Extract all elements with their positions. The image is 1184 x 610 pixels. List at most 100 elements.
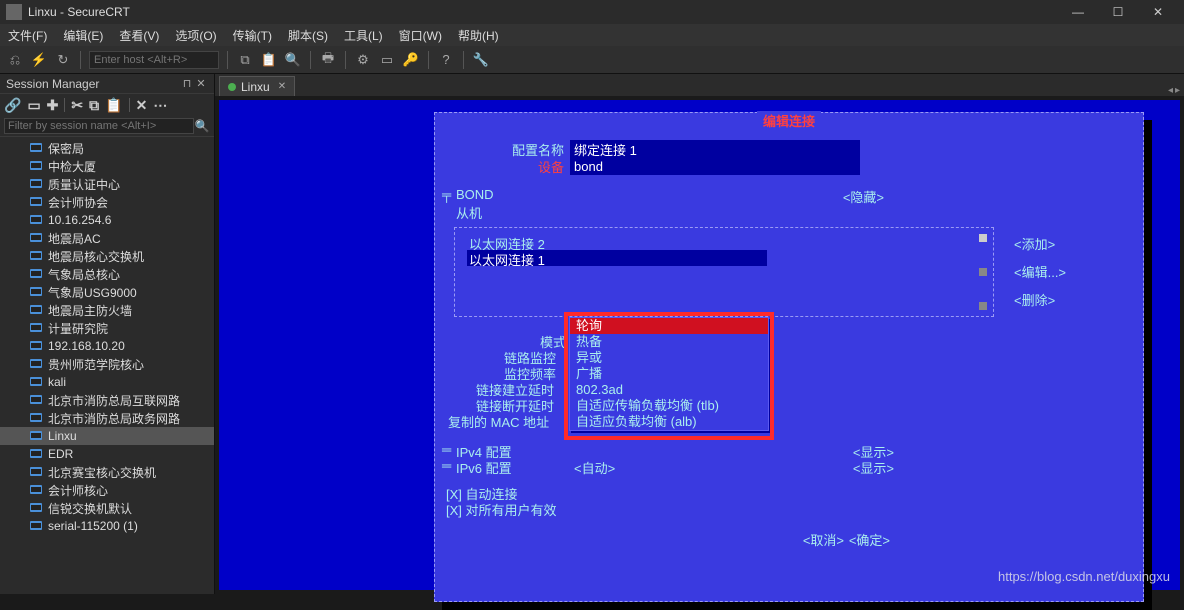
scroll-bot-icon[interactable] <box>979 302 987 310</box>
menu-window[interactable]: 窗口(W) <box>399 27 442 44</box>
key-icon[interactable]: 🔑 <box>402 51 420 69</box>
session-icon <box>30 340 44 352</box>
session-item[interactable]: 保密局 <box>0 139 214 157</box>
mode-opt-1[interactable]: 热备 <box>570 334 768 350</box>
tab-next-icon[interactable]: ▸ <box>1175 85 1180 96</box>
session-item[interactable]: 北京市消防总局政务网路 <box>0 409 214 427</box>
session-item[interactable]: 192.168.10.20 <box>0 337 214 355</box>
add-icon[interactable]: ✚ <box>47 97 59 114</box>
help-icon[interactable]: ? <box>437 51 455 69</box>
delete-button[interactable]: <删除> <box>1014 290 1055 309</box>
show-ipv6-button[interactable]: <显示> <box>853 458 894 477</box>
session-item[interactable]: 会计师核心 <box>0 481 214 499</box>
session-item[interactable]: 10.16.254.6 <box>0 211 214 229</box>
slaves-listbox[interactable]: 以太网连接 2 以太网连接 1 <box>454 227 994 317</box>
session-icon <box>30 250 44 262</box>
minimize-button[interactable]: — <box>1058 0 1098 24</box>
props-icon[interactable]: ⋯ <box>153 97 167 114</box>
session-item[interactable]: Linxu <box>0 427 214 445</box>
session-tree[interactable]: 保密局中检大厦质量认证中心会计师协会 10.16.254.6 地震局AC地震局核心交… <box>0 137 214 594</box>
session-item[interactable]: kali <box>0 373 214 391</box>
tabstrip: Linxu ✕ ◂ ▸ <box>215 74 1184 96</box>
session-item[interactable]: 北京市消防总局互联网路 <box>0 391 214 409</box>
add-button[interactable]: <添加> <box>1014 234 1055 253</box>
tab-close-icon[interactable]: ✕ <box>278 81 286 92</box>
panel-close-icon[interactable]: ✕ <box>194 77 208 90</box>
menu-help[interactable]: 帮助(H) <box>458 27 499 44</box>
quick-connect-icon[interactable]: ⚡ <box>30 51 48 69</box>
cancel-button[interactable]: <取消> <box>803 530 844 549</box>
connect-icon[interactable]: ⎌ <box>6 51 24 69</box>
session-filter-input[interactable] <box>4 118 194 134</box>
session-label: 信锐交换机默认 <box>48 500 132 517</box>
menu-tools[interactable]: 工具(L) <box>344 27 383 44</box>
allusers-checkbox[interactable]: [X] 对所有用户有效 <box>446 500 557 519</box>
hide-button[interactable]: <隐藏> <box>843 187 884 206</box>
session-label: 10.16.254.6 <box>48 213 111 227</box>
session-icon <box>30 286 44 298</box>
menu-view[interactable]: 查看(V) <box>119 27 159 44</box>
paste-icon[interactable]: 📋 <box>260 51 278 69</box>
device-input[interactable]: bond <box>570 159 860 175</box>
session-item[interactable]: EDR <box>0 445 214 463</box>
menu-script[interactable]: 脚本(S) <box>288 27 328 44</box>
host-input[interactable] <box>89 51 219 69</box>
settings-icon[interactable]: ⚙ <box>354 51 372 69</box>
mode-opt-4[interactable]: 802.3ad <box>570 382 768 398</box>
tab-linxu[interactable]: Linxu ✕ <box>219 76 295 96</box>
maximize-button[interactable]: ☐ <box>1098 0 1138 24</box>
mode-opt-5[interactable]: 自适应传输负载均衡 (tlb) <box>570 398 768 414</box>
pin-icon[interactable]: ⊓ <box>180 77 194 90</box>
copy-icon[interactable]: ⧉ <box>236 51 254 69</box>
paste2-icon[interactable]: 📋 <box>105 97 122 114</box>
mode-opt-2[interactable]: 异或 <box>570 350 768 366</box>
session-item[interactable]: 会计师协会 <box>0 193 214 211</box>
session-label: kali <box>48 375 66 389</box>
session-item[interactable]: 地震局AC <box>0 229 214 247</box>
link-icon[interactable]: 🔗 <box>4 97 21 114</box>
reconnect-icon[interactable]: ↻ <box>54 51 72 69</box>
separator <box>428 51 429 69</box>
cut-icon[interactable]: ✂ <box>71 97 83 114</box>
menu-edit[interactable]: 编辑(E) <box>63 27 103 44</box>
slave-item-1[interactable]: 以太网连接 1 <box>467 250 767 266</box>
session-item[interactable]: 中检大厦 <box>0 157 214 175</box>
tools-icon[interactable]: 🔧 <box>472 51 490 69</box>
print-icon[interactable]: 🖶 <box>319 51 337 69</box>
ipv6-value[interactable]: <自动> <box>574 458 615 477</box>
session-item[interactable]: 气象局USG9000 <box>0 283 214 301</box>
mode-opt-0[interactable]: 轮询 <box>570 318 768 334</box>
session-item[interactable]: 地震局核心交换机 <box>0 247 214 265</box>
slave-item-0[interactable]: 以太网连接 2 <box>467 234 767 250</box>
session-item[interactable]: serial-115200 (1) <box>0 517 214 535</box>
folder-icon[interactable]: ▭ <box>27 97 40 114</box>
session-item[interactable]: 气象局总核心 <box>0 265 214 283</box>
scroll-top-icon[interactable] <box>979 234 987 242</box>
session-icon[interactable]: ▭ <box>378 51 396 69</box>
edit-button[interactable]: <编辑...> <box>1014 262 1066 281</box>
session-item[interactable]: 北京赛宝核心交换机 <box>0 463 214 481</box>
scroll-mid-icon[interactable] <box>979 268 987 276</box>
tab-prev-icon[interactable]: ◂ <box>1168 85 1173 96</box>
session-item[interactable]: 贵州师范学院核心 <box>0 355 214 373</box>
mode-opt-6[interactable]: 自适应负载均衡 (alb) <box>570 414 768 430</box>
close-button[interactable]: ✕ <box>1138 0 1178 24</box>
ok-button[interactable]: <确定> <box>849 530 890 549</box>
session-item[interactable]: 计量研究院 <box>0 319 214 337</box>
session-item[interactable]: 地震局主防火墙 <box>0 301 214 319</box>
copy2-icon[interactable]: ⧉ <box>89 97 99 114</box>
menu-file[interactable]: 文件(F) <box>8 27 47 44</box>
find-icon[interactable]: 🔍 <box>284 51 302 69</box>
terminal[interactable]: 编辑连接 配置名称 绑定连接 1 设备 bond ╤ BOND 从机 <隐藏> … <box>219 100 1180 590</box>
mode-opt-3[interactable]: 广播 <box>570 366 768 382</box>
session-item[interactable]: 质量认证中心 <box>0 175 214 193</box>
delete-icon[interactable]: ✕ <box>136 97 148 114</box>
session-icon <box>30 232 44 244</box>
menu-transfer[interactable]: 传输(T) <box>233 27 272 44</box>
search-icon[interactable]: 🔍 <box>194 119 210 133</box>
session-item[interactable]: 信锐交换机默认 <box>0 499 214 517</box>
mode-dropdown[interactable]: 轮询 热备 异或 广播 802.3ad 自适应传输负载均衡 (tlb) 自适应负… <box>569 317 769 431</box>
menu-options[interactable]: 选项(O) <box>175 27 216 44</box>
session-label: 气象局USG9000 <box>48 284 137 301</box>
session-label: 地震局AC <box>48 230 101 247</box>
